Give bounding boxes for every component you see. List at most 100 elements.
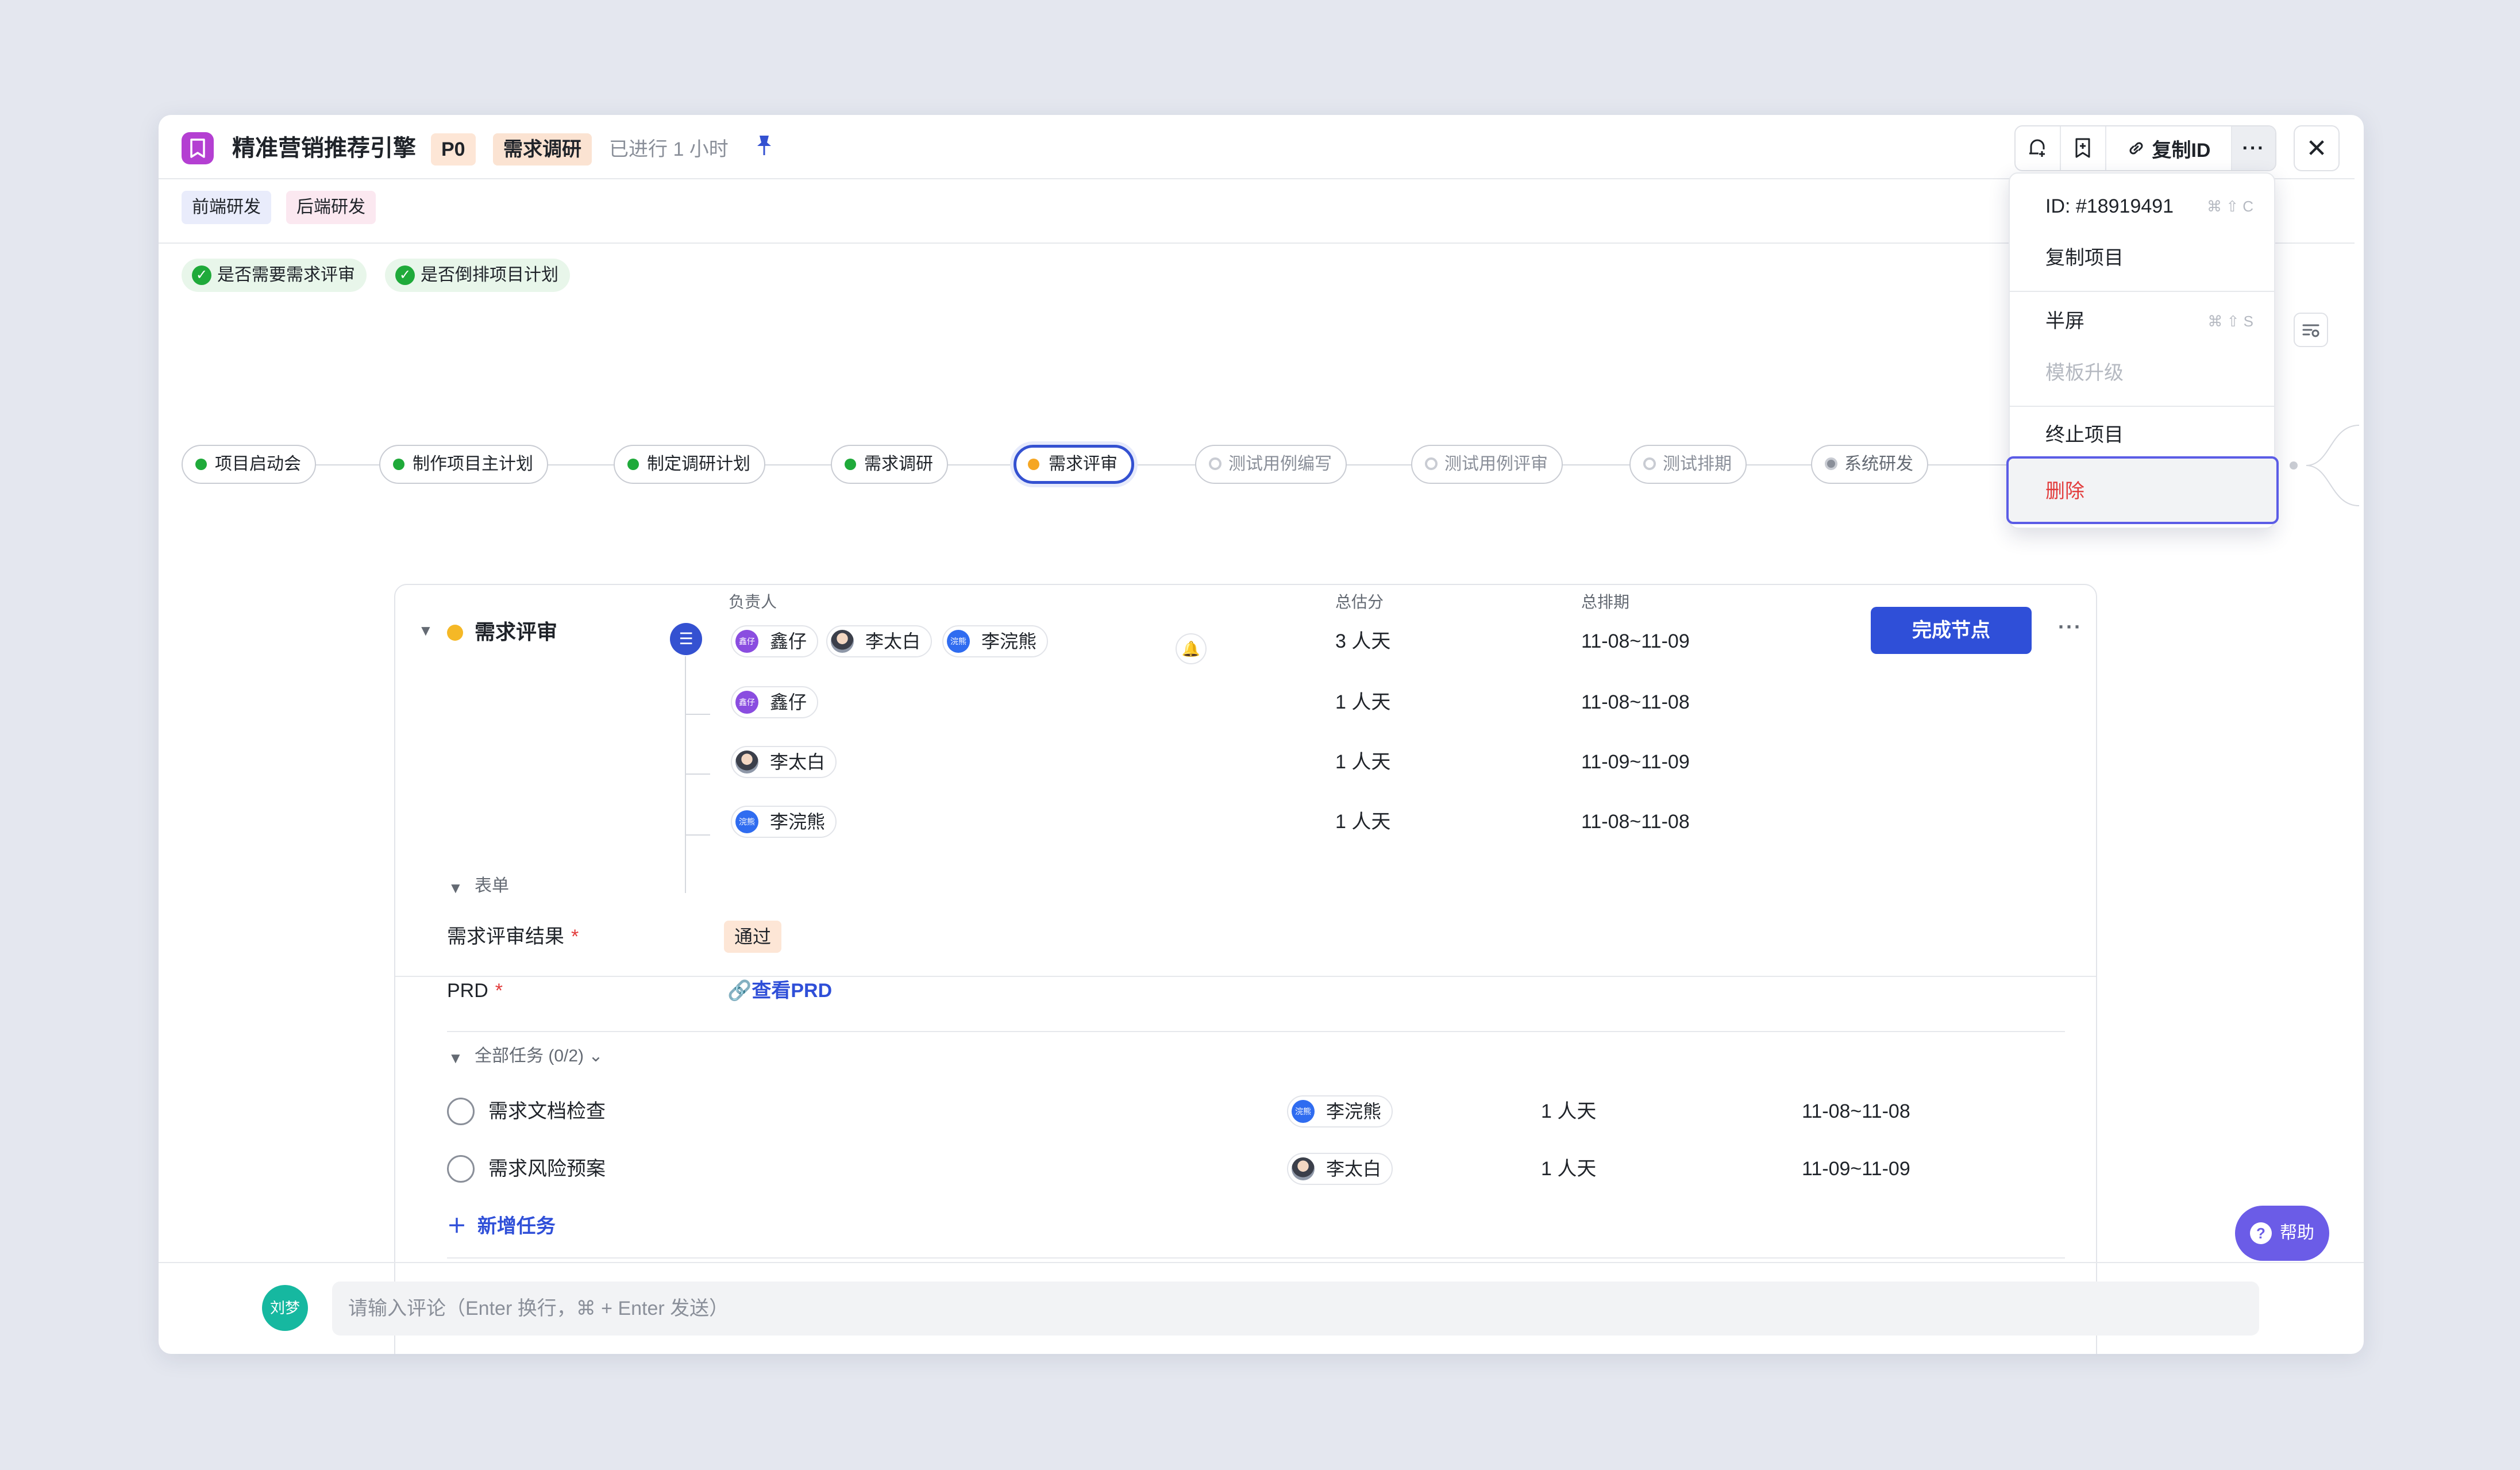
page: 精准营销推荐引擎 P0 需求调研 已进行 1 小时 复制ID ··· ✕ 前端研… [0,0,2520,1470]
card-more-button[interactable]: ··· [2058,615,2082,639]
check-tag-review[interactable]: ✓ 是否需要需求评审 [182,259,367,292]
tasks-section-label[interactable]: 全部任务 (0/2) ⌄ [475,1042,603,1070]
flow-settings-button[interactable] [2294,313,2328,347]
comment-input[interactable]: 请输入评论（Enter 换行，⌘ + Enter 发送） [332,1282,2259,1336]
close-button[interactable]: ✕ [2294,125,2340,171]
tasks-count-label: 全部任务 (0/2) [475,1046,584,1065]
more-button[interactable]: ··· [2232,126,2275,170]
priority-badge[interactable]: P0 [431,133,476,166]
flow-node[interactable]: 测试用例评审 [1411,445,1563,484]
task-checkbox[interactable] [447,1155,475,1183]
task-checkbox[interactable] [447,1098,475,1125]
menu-separator [2010,406,2274,407]
flow-node[interactable]: 测试排期 [1629,445,1747,484]
flow-node[interactable]: 制定调研计划 [614,445,765,484]
copy-id-label: 复制ID [2152,139,2211,161]
col-owner: 负责人 [729,593,777,611]
avatar [735,751,758,774]
plus-icon: ＋ [447,1215,467,1237]
status-dot [627,459,639,470]
menu-item-delete[interactable]: 删除 [2006,456,2279,524]
row-estimate: 1 人天 [1335,811,1391,833]
flow-node-label: 需求评审 [1049,455,1118,474]
summary-schedule: 11-08~11-09 [1581,630,1690,652]
avatar [1292,1157,1315,1180]
owner-chip[interactable]: 鑫仔 鑫仔 [731,686,819,718]
flow-node-label: 制作项目主计划 [413,455,533,474]
collapse-caret-icon[interactable]: ▼ [418,622,433,640]
tasks-caret-icon[interactable]: ▼ [448,1049,463,1067]
add-task-button[interactable]: ＋ 新增任务 [447,1210,556,1242]
flow-node-label: 测试排期 [1663,455,1732,474]
owner-chip[interactable]: 浣熊 李浣熊 [942,625,1049,657]
bookmark-outline-icon [2075,138,2090,158]
menu-item-label: ID: #18919491 [2045,195,2174,217]
bell-icon[interactable]: 🔔 [1176,633,1207,664]
dept-tag-backend[interactable]: 后端研发 [286,191,376,224]
follow-button[interactable] [2016,126,2061,170]
list-icon[interactable]: ☰ [670,623,702,655]
header-toolbar: 复制ID ··· [2014,125,2276,171]
row-schedule: 11-09~11-09 [1581,751,1690,773]
menu-shortcut: ⌘ ⇧ C [2206,198,2253,215]
task-estimate: 1 人天 [1541,1100,1597,1122]
link-icon [2129,142,2143,155]
prd-link[interactable]: 🔗查看PRD [727,975,832,1007]
task-name[interactable]: 需求文档检查 [488,1095,606,1127]
stage-badge[interactable]: 需求调研 [493,133,592,166]
flow-node[interactable]: 需求评审 [1014,445,1134,484]
task-owner-chip[interactable]: 李太白 [1287,1153,1393,1185]
review-result-text: 需求评审结果 [447,926,564,948]
menu-item-template-upgrade: 模板升级 [2010,348,2274,398]
check-circle-icon: ✓ [395,265,415,285]
owner-name: 李太白 [865,631,921,652]
required-mark: * [495,980,503,1002]
menu-shortcut: ⌘ ⇧ S [2207,313,2253,330]
card-divider [395,976,2096,977]
owner-chip[interactable]: 鑫仔 鑫仔 [731,625,819,657]
complete-node-button[interactable]: 完成节点 [1871,607,2032,654]
flow-node-label: 测试用例评审 [1444,455,1548,474]
menu-separator [2010,291,2274,292]
flow-node-label: 项目启动会 [215,455,301,474]
form-caret-icon[interactable]: ▼ [448,879,463,897]
sliders-icon [2302,324,2319,337]
flow-node[interactable]: 需求调研 [831,445,948,484]
menu-item-half-screen[interactable]: 半屏 ⌘ ⇧ S [2010,297,2274,346]
dept-tag-frontend[interactable]: 前端研发 [182,191,271,224]
help-label: 帮助 [2280,1223,2314,1242]
form-divider [447,1031,2065,1032]
col-estimate: 总估分 [1335,593,1384,611]
status-dot [393,459,404,470]
check-tag-reverse-plan[interactable]: ✓ 是否倒排项目计划 [385,259,570,292]
flow-node[interactable]: 制作项目主计划 [379,445,548,484]
flow-node[interactable]: 测试用例编写 [1195,445,1347,484]
status-dot [1643,457,1656,470]
review-result-value[interactable]: 通过 [724,921,782,953]
menu-item-label: 终止项目 [2045,424,2124,446]
status-dot [845,459,856,470]
menu-item-copy-project[interactable]: 复制项目 [2010,233,2274,283]
status-dot [195,459,207,470]
tree-branch [685,714,710,715]
pin-icon[interactable] [756,134,772,166]
flow-node[interactable]: 系统研发 [1811,445,1928,484]
task-name[interactable]: 需求风险预案 [488,1153,606,1185]
copy-id-button[interactable]: 复制ID [2106,126,2233,170]
owner-chip[interactable]: 李太白 [731,746,837,778]
owner-chip[interactable]: 浣熊 李浣熊 [731,806,837,838]
col-schedule: 总排期 [1581,593,1630,611]
project-title: 精准营销推荐引擎 [232,136,416,161]
flow-node[interactable]: 项目启动会 [182,445,316,484]
owner-name: 李浣熊 [770,811,826,832]
menu-item-id[interactable]: ID: #18919491 ⌘ ⇧ C [2010,182,2274,231]
required-mark: * [571,926,579,948]
bookmark-button[interactable] [2061,126,2106,170]
task-owner-chip[interactable]: 浣熊 李浣熊 [1287,1095,1393,1127]
menu-item-terminate[interactable]: 终止项目 [2010,410,2274,460]
owner-chip[interactable]: 李太白 [826,625,933,657]
footer-divider [159,1262,2364,1263]
task-schedule: 11-09~11-09 [1802,1158,1910,1180]
help-button[interactable]: ? 帮助 [2235,1206,2329,1261]
task-schedule: 11-08~11-08 [1802,1100,1910,1122]
